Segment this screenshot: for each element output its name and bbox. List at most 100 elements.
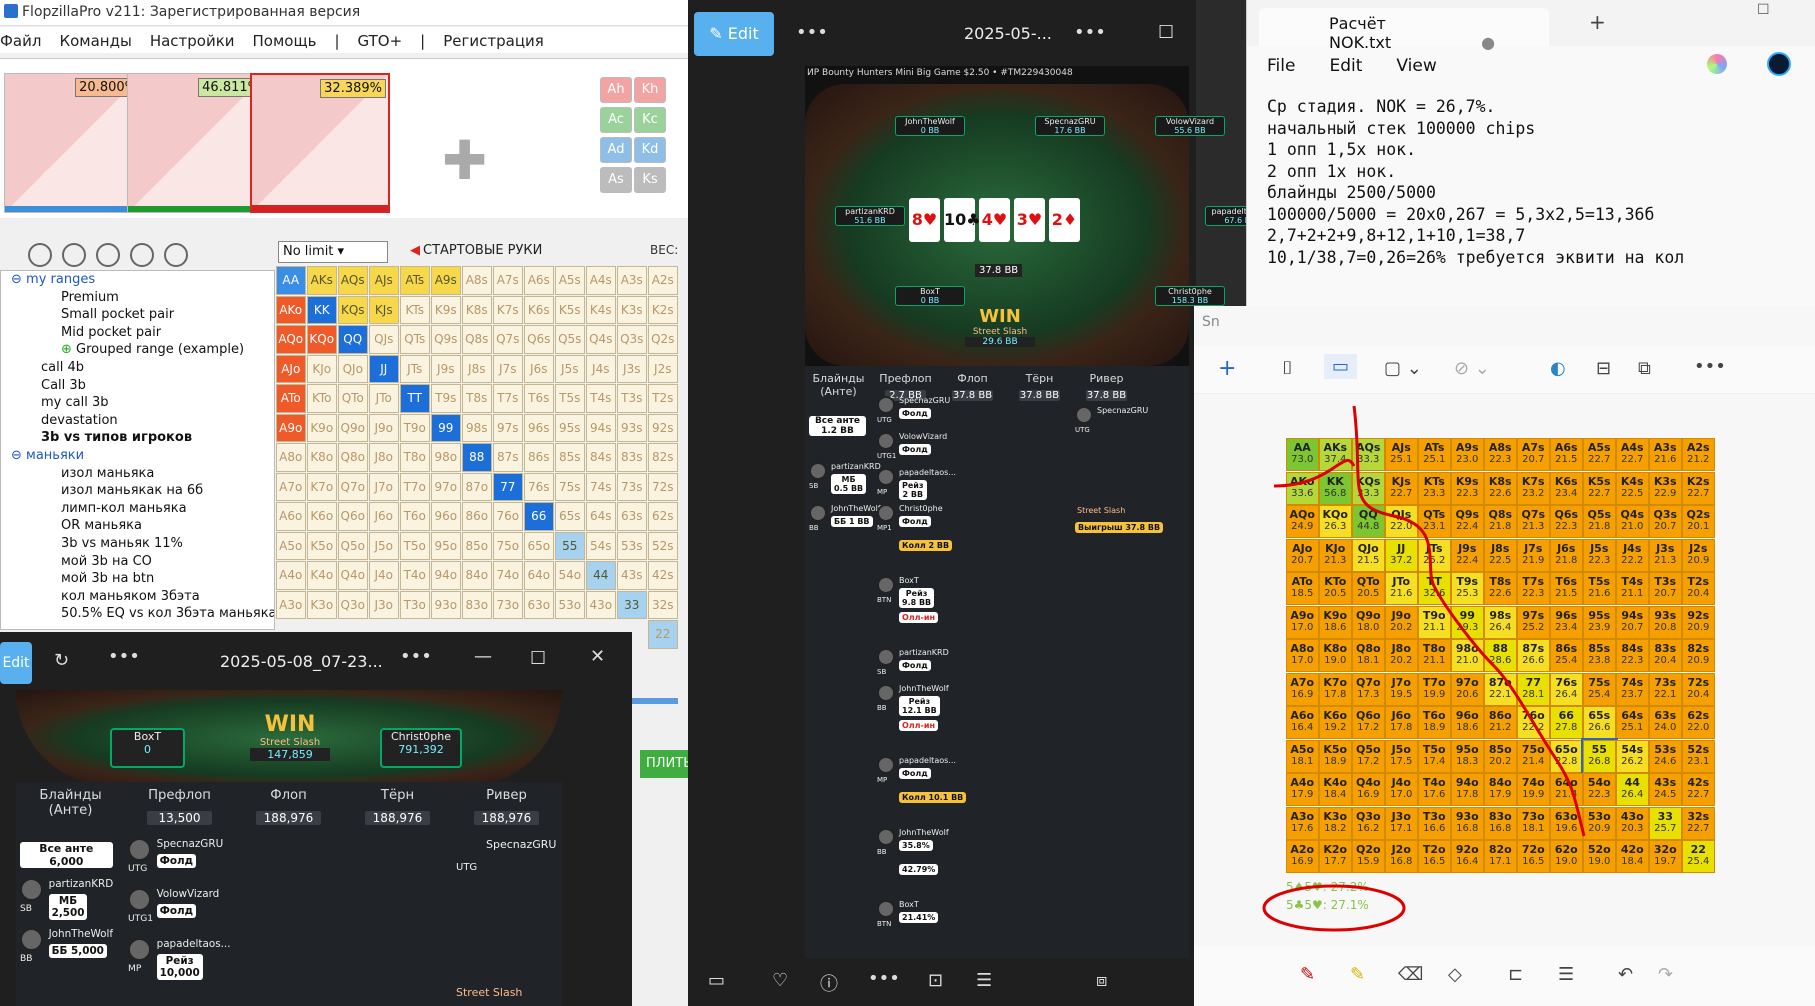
hand-cell[interactable]: J8o (369, 443, 399, 472)
suit-card[interactable]: As (600, 167, 632, 193)
tree-item[interactable]: devastation (1, 412, 274, 430)
hand-cell[interactable]: JTo (369, 384, 399, 413)
hand-cell[interactable]: A5s (555, 266, 585, 295)
hand-cell[interactable]: JTs (400, 354, 430, 383)
tree-item[interactable]: Small pocket pair (1, 306, 274, 324)
hand-cell[interactable]: A7o (276, 472, 306, 501)
collapse-icon[interactable]: ⊖ (11, 448, 26, 463)
maximize-icon[interactable]: ☐ (1158, 22, 1174, 43)
hand-cell[interactable]: Q4o (338, 561, 368, 590)
hand-cell[interactable]: Q5o (338, 531, 368, 560)
hand-cell[interactable]: AQo (276, 325, 306, 354)
hand-cell[interactable]: QJs (369, 325, 399, 354)
hand-cell[interactable]: 65o (524, 531, 554, 560)
hand-cell[interactable]: 54o (555, 561, 585, 590)
hand-cell[interactable]: 96o (431, 502, 461, 531)
hand-cell[interactable]: 98o (431, 443, 461, 472)
hand-cell[interactable]: 62s (648, 502, 678, 531)
hand-cell[interactable]: 75o (493, 531, 523, 560)
shapes-icon[interactable]: ◇ (1448, 964, 1462, 985)
hand-cell[interactable]: 87o (462, 472, 492, 501)
collapse-icon[interactable]: ⊖ (11, 272, 26, 287)
suit-card[interactable]: Ac (600, 107, 632, 133)
hand-cell[interactable]: 98s (462, 413, 492, 442)
hand-cell[interactable]: 86o (462, 502, 492, 531)
hand-cell[interactable]: 63s (617, 502, 647, 531)
expand-icon[interactable]: ⊕ (61, 342, 76, 357)
hand-cell[interactable]: 87s (493, 443, 523, 472)
hand-cell[interactable]: AJs (369, 266, 399, 295)
hand-cell[interactable]: K7o (307, 472, 337, 501)
hand-cell[interactable]: KJo (307, 354, 337, 383)
hand-cell[interactable]: T9o (400, 413, 430, 442)
hand-cell[interactable]: T8s (462, 384, 492, 413)
hand-cell[interactable]: A6o (276, 502, 306, 531)
hand-cell[interactable]: Q4s (586, 325, 616, 354)
hand-cell[interactable]: K3o (307, 590, 337, 619)
tree-item[interactable]: лимп-кол маньяка (1, 500, 274, 518)
tree-item[interactable]: 3b vs типов игроков (1, 429, 274, 447)
copilot-icon[interactable] (1707, 54, 1727, 74)
hand-cell[interactable]: 53s (617, 531, 647, 560)
tree-item[interactable]: Call 3b (1, 377, 274, 395)
more-icon-2[interactable]: ••• (400, 646, 432, 667)
hand-cell[interactable]: 97s (493, 413, 523, 442)
hand-cell[interactable]: 52s (648, 531, 678, 560)
hand-cell[interactable]: Q3o (338, 590, 368, 619)
hand-cell[interactable]: 76s (524, 472, 554, 501)
suit-card[interactable]: Kd (634, 137, 666, 163)
menu-item[interactable]: Настройки (150, 32, 235, 50)
new-tab-icon[interactable]: + (1589, 10, 1606, 34)
maximize-icon[interactable]: ☐ (1757, 2, 1770, 18)
hand-cell[interactable]: K6s (524, 295, 554, 324)
text-icon[interactable]: ☰ (976, 970, 992, 991)
menu-item[interactable]: Команды (59, 32, 131, 50)
hand-cell[interactable]: JJ (369, 354, 399, 383)
hand-cell[interactable]: 43o (586, 590, 616, 619)
tree-item[interactable]: изол маньякак на 6б (1, 482, 274, 500)
hand-cell[interactable]: J4o (369, 561, 399, 590)
hand-cell[interactable]: AQs (338, 266, 368, 295)
hand-cell[interactable]: 75s (555, 472, 585, 501)
hand-cell[interactable]: 85o (462, 531, 492, 560)
crop-icon[interactable]: ⊏ (1508, 964, 1523, 985)
hand-cell[interactable]: 82s (648, 443, 678, 472)
hand-cell[interactable]: J3s (617, 354, 647, 383)
hand-cell[interactable]: 94o (431, 561, 461, 590)
hand-cell[interactable]: 54s (586, 531, 616, 560)
hand-cell[interactable]: K8s (462, 295, 492, 324)
hand-cell[interactable]: Q8o (338, 443, 368, 472)
heart-icon[interactable]: ♡ (772, 970, 788, 991)
hand-cell[interactable]: KTs (400, 295, 430, 324)
hand-cell[interactable]: J8s (462, 354, 492, 383)
avatar[interactable] (1767, 52, 1791, 76)
hand-cell[interactable]: J7o (369, 472, 399, 501)
hand-cell[interactable]: KQo (307, 325, 337, 354)
text-actions-icon[interactable]: ☰ (1558, 964, 1574, 985)
range-thumb[interactable]: 20.800% (4, 73, 144, 213)
hand-cell[interactable]: J3o (369, 590, 399, 619)
hand-cell[interactable]: K3s (617, 295, 647, 324)
hand-cell[interactable]: T2s (648, 384, 678, 413)
hand-cell[interactable]: Q7s (493, 325, 523, 354)
hand-cell[interactable]: 55 (555, 531, 585, 560)
minimize-icon[interactable]: — (474, 646, 492, 667)
hand-cell[interactable]: T6o (400, 502, 430, 531)
hand-cell[interactable]: 85s (555, 443, 585, 472)
hand-cell[interactable]: AKs (307, 266, 337, 295)
tab-file[interactable]: Расчёт NOK.txt ● (1259, 8, 1549, 52)
more-icon-3[interactable]: ••• (868, 968, 900, 989)
more-icon[interactable]: ••• (796, 22, 828, 43)
hand-cell[interactable]: K7s (493, 295, 523, 324)
hand-cell[interactable]: T3s (617, 384, 647, 413)
menu-item[interactable]: Регистрация (443, 32, 544, 50)
tree-item[interactable]: мой 3b на btn (1, 570, 274, 588)
hand-cell[interactable]: A5o (276, 531, 306, 560)
tree-item[interactable]: кол маньяком 3бэта (1, 588, 274, 606)
hand-cell[interactable]: QTo (338, 384, 368, 413)
suit-card[interactable]: Ks (634, 167, 666, 193)
hand-cell[interactable]: QTs (400, 325, 430, 354)
close-icon[interactable]: ✕ (590, 646, 605, 667)
hand-cell[interactable]: K5o (307, 531, 337, 560)
hand-cell[interactable]: T5o (400, 531, 430, 560)
